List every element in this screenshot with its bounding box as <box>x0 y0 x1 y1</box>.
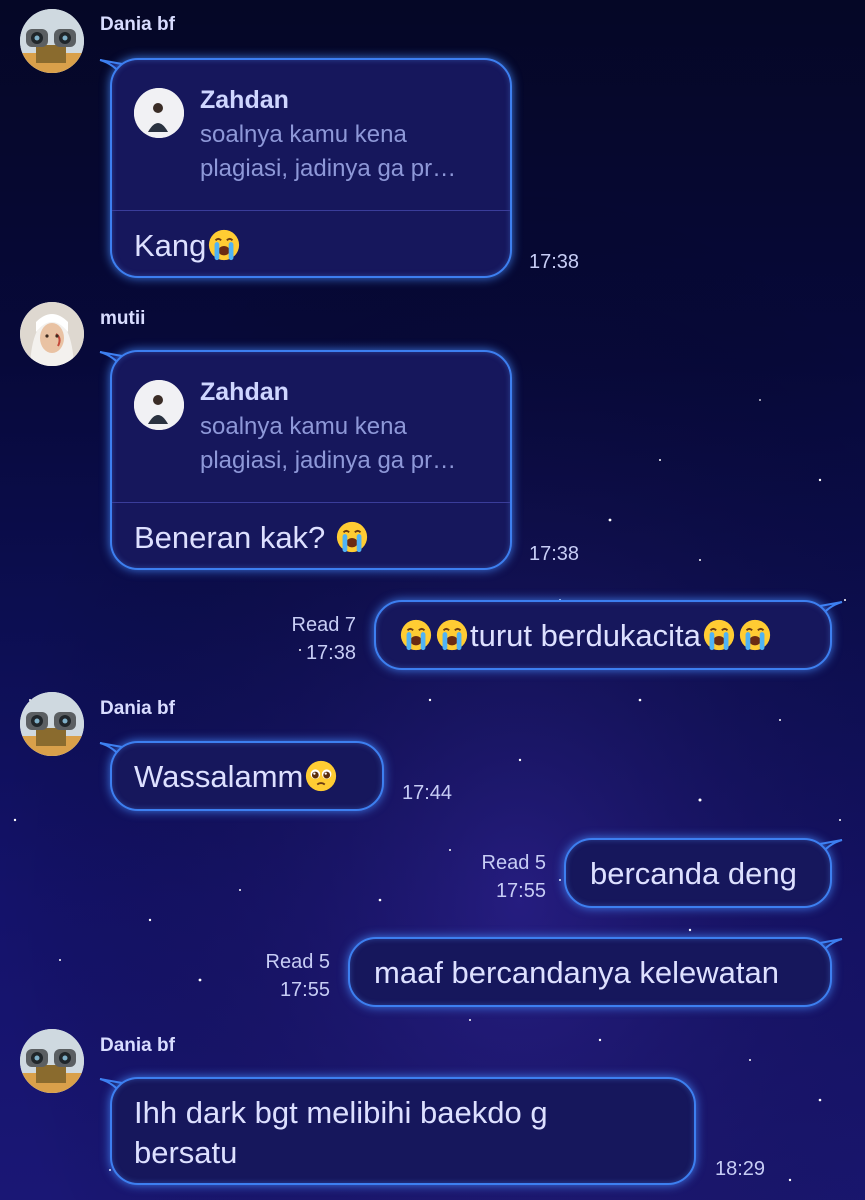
message-time: 17:38 <box>529 543 580 565</box>
reply-sender-name: Zahdan <box>200 378 289 406</box>
message-text: Wassalamm <box>134 759 304 794</box>
message-time: 18:29 <box>715 1158 766 1180</box>
message-text: bercanda deng <box>590 856 797 891</box>
crying-emoji-icon <box>702 618 736 652</box>
sender-name: mutii <box>100 308 146 329</box>
message-time: 17:38 <box>305 642 356 664</box>
message-text: turut berdukacita <box>470 618 701 653</box>
message-text: Beneran kak? <box>134 520 334 555</box>
message-time: 17:55 <box>279 979 330 1001</box>
message-text: maaf bercandanya kelewatan <box>374 955 779 990</box>
reply-preview[interactable]: Zahdan soalnya kamu kena plagiasi, jadin… <box>112 60 510 211</box>
avatar-dania[interactable] <box>20 1029 84 1093</box>
read-status: Read 5 17:55 <box>234 948 331 1004</box>
crying-emoji-icon <box>207 228 241 262</box>
crying-emoji-icon <box>435 618 469 652</box>
sender-name: Dania bf <box>100 698 175 719</box>
message-text: Ihh dark bgt melibihi baekdo g bersatu <box>134 1095 548 1170</box>
message-bubble[interactable]: Zahdan soalnya kamu kena plagiasi, jadin… <box>110 350 512 570</box>
read-count: Read 5 <box>265 951 331 973</box>
read-count: Read 7 <box>291 614 357 636</box>
reply-text: soalnya kamu kena plagiasi, jadinya ga p… <box>200 413 457 474</box>
sender-name: Dania bf <box>100 14 175 35</box>
message-bubble[interactable]: bercanda deng <box>564 838 832 908</box>
message-time: 17:38 <box>529 251 580 273</box>
message-time: 17:44 <box>402 782 453 804</box>
read-count: Read 5 <box>481 852 547 874</box>
reply-avatar <box>134 380 184 430</box>
avatar-dania[interactable] <box>20 9 84 73</box>
crying-emoji-icon <box>399 618 433 652</box>
avatar-mutii[interactable] <box>20 302 84 366</box>
reply-sender-name: Zahdan <box>200 86 289 114</box>
crying-emoji-icon <box>335 520 369 554</box>
crying-emoji-icon <box>738 618 772 652</box>
message-text: Kang <box>134 228 207 263</box>
reply-avatar <box>134 88 184 138</box>
pleading-emoji-icon <box>304 759 338 793</box>
message-bubble[interactable]: turut berdukacita <box>374 600 832 670</box>
message-bubble[interactable]: maaf bercandanya kelewatan <box>348 937 832 1007</box>
sender-name: Dania bf <box>100 1035 175 1056</box>
avatar-dania[interactable] <box>20 692 84 756</box>
message-bubble[interactable]: Ihh dark bgt melibihi baekdo g bersatu <box>110 1077 696 1185</box>
reply-preview[interactable]: Zahdan soalnya kamu kena plagiasi, jadin… <box>112 352 510 503</box>
read-status: Read 5 17:55 <box>450 849 547 905</box>
message-bubble[interactable]: Wassalamm <box>110 741 384 811</box>
reply-text: soalnya kamu kena plagiasi, jadinya ga p… <box>200 121 457 182</box>
message-time: 17:55 <box>495 880 546 902</box>
message-bubble[interactable]: Zahdan soalnya kamu kena plagiasi, jadin… <box>110 58 512 278</box>
read-status: Read 7 17:38 <box>260 611 357 667</box>
